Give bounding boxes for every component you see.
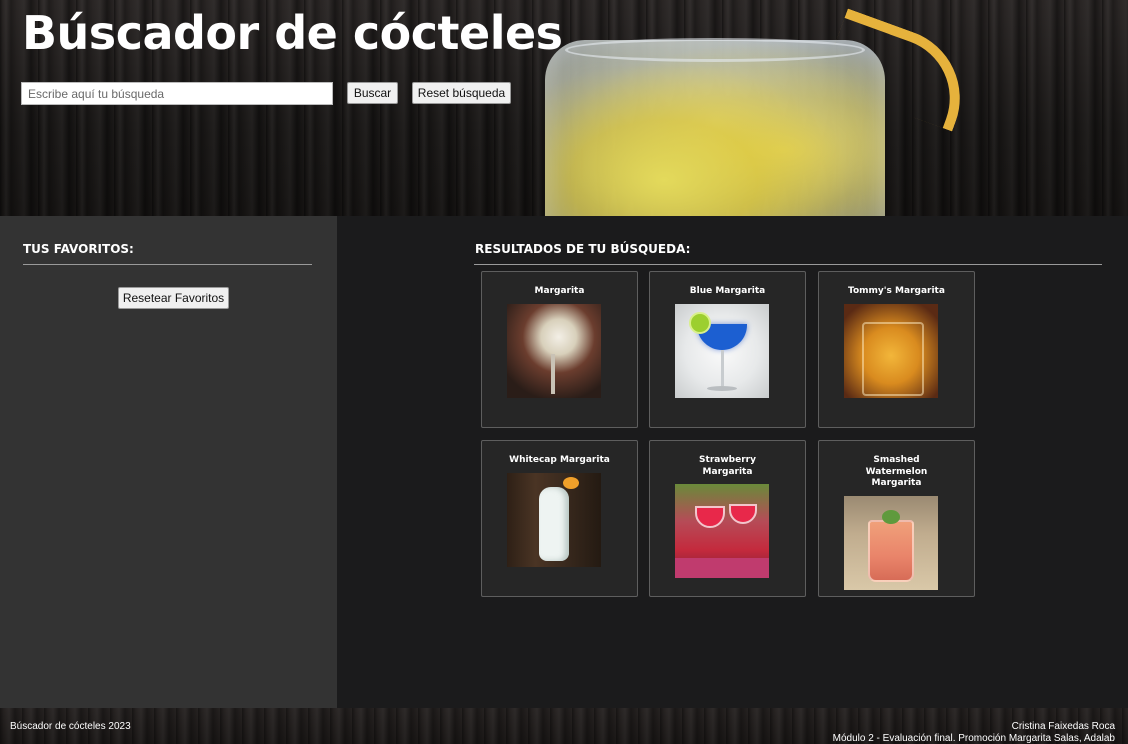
reset-search-button[interactable]: Reset búsqueda (412, 82, 511, 104)
cocktail-image (507, 473, 601, 567)
glass-rim-decoration (565, 38, 865, 62)
cocktail-card-margarita[interactable]: Margarita (481, 271, 638, 428)
cocktail-card-strawberry-margarita[interactable]: Strawberry Margarita (649, 440, 806, 597)
footer-course: Módulo 2 - Evaluación final. Promoción M… (832, 733, 1115, 744)
cocktail-name: Blue Margarita (689, 286, 766, 296)
cocktail-card-smashed-watermelon-margarita[interactable]: Smashed Watermelon Margarita (818, 440, 975, 597)
cocktail-image (675, 304, 769, 398)
cocktail-name: Margarita (534, 286, 585, 296)
page-header: Búscador de cócteles Buscar Reset búsque… (0, 0, 1128, 216)
results-divider (474, 264, 1102, 265)
search-input[interactable] (21, 82, 333, 105)
footer-copyright: Búscador de cócteles 2023 (10, 721, 131, 732)
favorites-panel: TUS FAVORITOS: Resetear Favoritos (0, 216, 337, 708)
footer-credits: Cristina Faixedas Roca Módulo 2 - Evalua… (833, 721, 1115, 744)
cocktail-image (844, 496, 938, 590)
cocktail-name: Smashed Watermelon Margarita (865, 455, 928, 488)
cocktail-image (507, 304, 601, 398)
cocktail-image (675, 484, 769, 578)
cocktail-image (844, 304, 938, 398)
cocktail-card-blue-margarita[interactable]: Blue Margarita (649, 271, 806, 428)
cocktail-card-whitecap-margarita[interactable]: Whitecap Margarita (481, 440, 638, 597)
cocktail-name: Strawberry Margarita (699, 455, 756, 477)
results-title: RESULTADOS DE TU BÚSQUEDA: (475, 242, 691, 256)
favorites-divider (23, 264, 312, 265)
reset-favorites-button[interactable]: Resetear Favoritos (118, 287, 229, 309)
favorites-title: TUS FAVORITOS: (23, 242, 134, 256)
cocktail-name: Tommy's Margarita (848, 286, 945, 296)
cocktail-name: Whitecap Margarita (509, 455, 610, 465)
page-title: Búscador de cócteles (22, 6, 563, 60)
cocktail-card-tommys-margarita[interactable]: Tommy's Margarita (818, 271, 975, 428)
footer-author: Cristina Faixedas Roca (1011, 721, 1115, 732)
search-button[interactable]: Buscar (347, 82, 398, 104)
page-footer: Búscador de cócteles 2023 Cristina Faixe… (0, 708, 1128, 744)
